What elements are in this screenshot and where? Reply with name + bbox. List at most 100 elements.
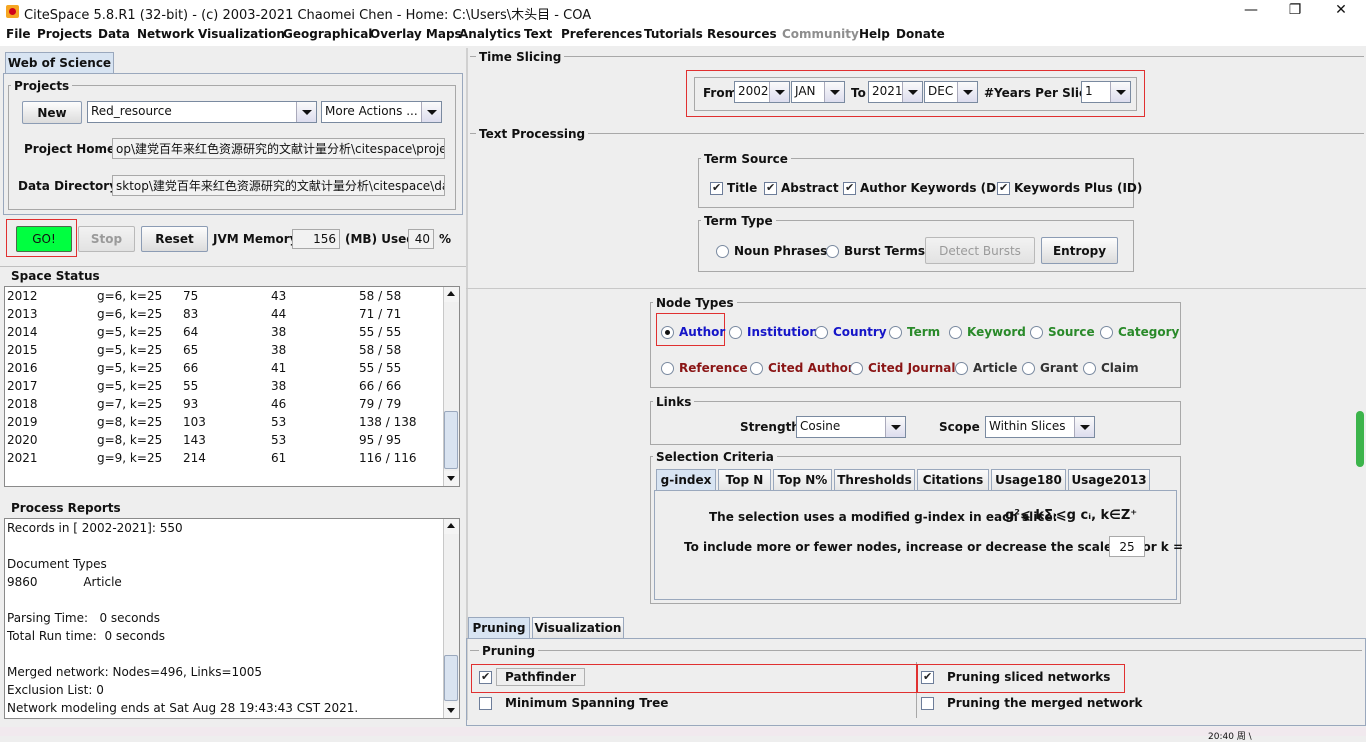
tab-top-n-percent[interactable]: Top N% [773, 469, 832, 491]
node-grant-radio[interactable] [1022, 362, 1035, 375]
table-row[interactable]: 2014 g=5, k=25 64 38 55 / 55 [7, 325, 441, 343]
tab-web-of-science[interactable]: Web of Science [5, 52, 114, 74]
maximize-button[interactable]: ❐ [1272, 2, 1318, 22]
table-row[interactable]: 2018 g=7, k=25 93 46 79 / 79 [7, 397, 441, 415]
scroll-thumb[interactable] [444, 411, 458, 469]
noun-phrases-radio[interactable] [716, 245, 729, 258]
menu-overlay-maps[interactable]: Overlay Maps [370, 27, 462, 41]
node-term-radio[interactable] [889, 326, 902, 339]
table-cell: 41 [271, 361, 287, 375]
tab-top-n[interactable]: Top N [718, 469, 771, 491]
menu-data[interactable]: Data [98, 27, 130, 41]
node-country-radio[interactable] [815, 326, 828, 339]
data-directory-field[interactable]: sktop\建党百年来红色资源研究的文献计量分析\citespace\data [112, 175, 445, 196]
table-row[interactable]: 2013 g=6, k=25 83 44 71 / 71 [7, 307, 441, 325]
menu-text[interactable]: Text [524, 27, 552, 41]
reset-button[interactable]: Reset [141, 226, 208, 252]
pruning-rule [470, 650, 1362, 651]
pruning-sliced-checkbox[interactable] [921, 670, 934, 684]
space-status-scrollbar[interactable] [443, 287, 459, 486]
node-source-label: Source [1048, 325, 1095, 339]
detect-bursts-button[interactable]: Detect Bursts [925, 237, 1035, 264]
more-actions-select[interactable]: More Actions ... [321, 101, 442, 123]
node-author-radio[interactable] [661, 326, 674, 339]
table-cell: 38 [271, 343, 287, 357]
table-row[interactable]: 2015 g=5, k=25 65 38 58 / 58 [7, 343, 441, 361]
table-cell: 2019 [7, 415, 38, 429]
menu-analytics[interactable]: Analytics [459, 27, 521, 41]
keywords-plus-checkbox[interactable] [997, 181, 1010, 195]
from-month-select[interactable]: JAN [791, 81, 845, 103]
node-institution-radio[interactable] [729, 326, 742, 339]
scope-select[interactable]: Within Slices [985, 416, 1095, 438]
menu-donate[interactable]: Donate [896, 27, 945, 41]
node-reference-radio[interactable] [661, 362, 674, 375]
menu-help[interactable]: Help [859, 27, 890, 41]
menu-preferences[interactable]: Preferences [561, 27, 642, 41]
percent-label: % [439, 232, 452, 246]
tab-visualization[interactable]: Visualization [532, 617, 624, 639]
new-project-button[interactable]: New [22, 101, 82, 124]
table-cell: 58 / 58 [359, 343, 402, 357]
pathfinder-checkbox[interactable] [479, 670, 492, 684]
table-row[interactable]: 2017 g=5, k=25 55 38 66 / 66 [7, 379, 441, 397]
minimize-button[interactable]: — [1228, 2, 1274, 22]
table-cell: 214 [183, 451, 206, 465]
tab-thresholds[interactable]: Thresholds [834, 469, 915, 491]
pruning-merged-checkbox[interactable] [921, 697, 934, 710]
table-row[interactable]: 2021 g=9, k=25 214 61 116 / 116 [7, 451, 441, 469]
entropy-button[interactable]: Entropy [1041, 237, 1118, 264]
to-month-select[interactable]: DEC [924, 81, 978, 103]
node-types-title: Node Types [653, 296, 737, 310]
node-article-radio[interactable] [955, 362, 968, 375]
author-keywords-checkbox[interactable] [843, 181, 856, 195]
table-row[interactable]: 2016 g=5, k=25 66 41 55 / 55 [7, 361, 441, 379]
tab-citations[interactable]: Citations [917, 469, 989, 491]
close-button[interactable]: ✕ [1318, 2, 1364, 22]
tab-pruning[interactable]: Pruning [468, 617, 530, 639]
scroll-up-icon[interactable] [444, 519, 459, 534]
menu-geographical[interactable]: Geographical [283, 27, 372, 41]
go-button[interactable]: GO! [16, 226, 72, 252]
side-scroll-indicator[interactable] [1356, 411, 1364, 467]
node-keyword-label: Keyword [967, 325, 1026, 339]
scroll-thumb[interactable] [444, 655, 458, 701]
table-row[interactable]: 2019 g=8, k=25 103 53 138 / 138 [7, 415, 441, 433]
node-keyword-radio[interactable] [949, 326, 962, 339]
mst-checkbox[interactable] [479, 697, 492, 710]
menu-projects[interactable]: Projects [37, 27, 92, 41]
node-claim-radio[interactable] [1083, 362, 1096, 375]
from-year-select[interactable]: 2002 [734, 81, 790, 103]
menu-file[interactable]: File [6, 27, 31, 41]
node-cited-author-radio[interactable] [750, 362, 763, 375]
table-row[interactable]: 2012 g=6, k=25 75 43 58 / 58 [7, 289, 441, 307]
project-select[interactable]: Red_resource [87, 101, 317, 123]
years-per-slice-select[interactable]: 1 [1081, 81, 1131, 103]
stop-button[interactable]: Stop [78, 226, 135, 252]
tab-usage180[interactable]: Usage180 [991, 469, 1066, 491]
process-reports-scrollbar[interactable] [443, 519, 459, 718]
table-row[interactable]: 2020 g=8, k=25 143 53 95 / 95 [7, 433, 441, 451]
abstract-checkbox[interactable] [764, 181, 777, 195]
node-category-radio[interactable] [1100, 326, 1113, 339]
project-home-field[interactable]: op\建党百年来红色资源研究的文献计量分析\citespace\project [112, 138, 445, 159]
menu-resources[interactable]: Resources [707, 27, 777, 41]
scroll-down-icon[interactable] [444, 471, 459, 486]
scroll-down-icon[interactable] [444, 703, 459, 718]
tab-g-index[interactable]: g-index [656, 469, 716, 491]
menu-tutorials[interactable]: Tutorials [644, 27, 703, 41]
years-per-slice-label: #Years Per Slice [984, 86, 1095, 100]
to-year-select[interactable]: 2021 [868, 81, 923, 103]
tab-usage2013[interactable]: Usage2013 [1068, 469, 1150, 491]
scale-factor-input[interactable]: 25 [1109, 536, 1145, 557]
process-reports-area[interactable]: Records in [ 2002-2021]: 550 Document Typ… [4, 518, 460, 719]
menu-visualization[interactable]: Visualization [198, 27, 285, 41]
burst-terms-radio[interactable] [826, 245, 839, 258]
strength-select[interactable]: Cosine [796, 416, 906, 438]
scroll-up-icon[interactable] [444, 287, 459, 302]
title-checkbox[interactable] [710, 181, 723, 195]
space-status-table[interactable]: 2012 g=6, k=25 75 43 58 / 58 2013 g=6, k=25 83 4… [4, 286, 460, 487]
menu-network[interactable]: Network [137, 27, 194, 41]
node-cited-journal-radio[interactable] [850, 362, 863, 375]
node-source-radio[interactable] [1030, 326, 1043, 339]
